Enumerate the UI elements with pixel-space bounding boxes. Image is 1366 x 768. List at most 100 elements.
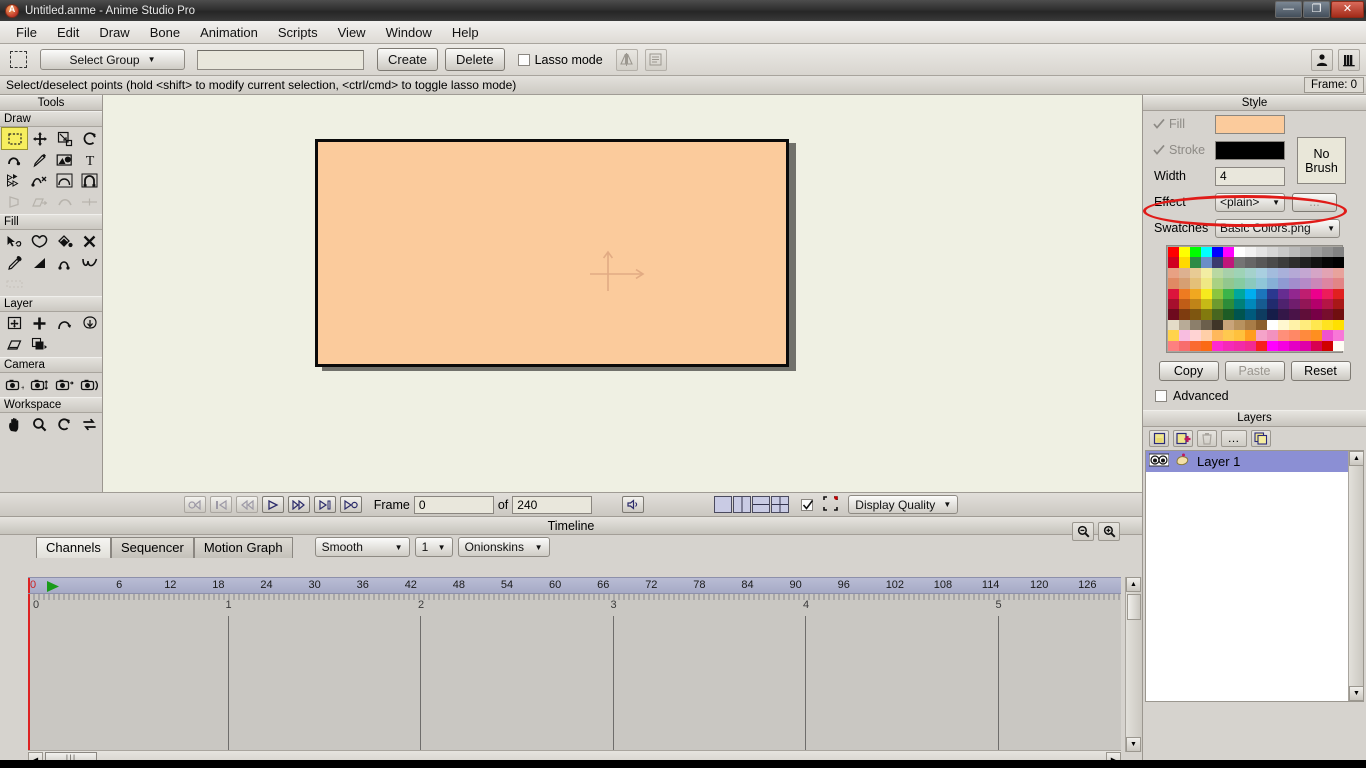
- color-swatch[interactable]: [1190, 257, 1201, 268]
- color-swatch[interactable]: [1212, 247, 1223, 258]
- rotate-workspace-icon[interactable]: [52, 414, 77, 435]
- color-swatch[interactable]: [1322, 319, 1333, 331]
- color-swatch[interactable]: [1267, 340, 1278, 351]
- color-swatch[interactable]: [1256, 340, 1267, 351]
- color-swatch[interactable]: [1212, 267, 1223, 279]
- color-swatch[interactable]: [1201, 278, 1212, 289]
- color-swatch[interactable]: [1212, 288, 1223, 299]
- color-swatch[interactable]: [1245, 278, 1256, 289]
- color-swatch[interactable]: [1289, 257, 1300, 268]
- color-swatch[interactable]: [1223, 319, 1234, 331]
- color-swatch[interactable]: [1322, 257, 1333, 268]
- menu-bone[interactable]: Bone: [140, 23, 190, 42]
- menu-help[interactable]: Help: [442, 23, 489, 42]
- color-swatch[interactable]: [1190, 267, 1201, 279]
- color-swatch[interactable]: [1311, 298, 1322, 310]
- color-swatch[interactable]: [1311, 319, 1322, 331]
- curve-profile-icon[interactable]: [52, 191, 77, 212]
- color-swatch[interactable]: [1311, 288, 1322, 299]
- reset-button[interactable]: Reset: [1290, 360, 1351, 381]
- color-swatch[interactable]: [1267, 319, 1278, 331]
- color-swatch[interactable]: [1212, 319, 1223, 331]
- transform-points-icon[interactable]: [27, 128, 52, 149]
- canvas-viewport[interactable]: [103, 95, 1142, 492]
- onionskins-dropdown[interactable]: Onionskins ▼: [457, 537, 550, 557]
- vscroll-thumb[interactable]: [1127, 594, 1141, 620]
- scroll-up-icon[interactable]: ▲: [1349, 450, 1364, 466]
- menu-file[interactable]: File: [6, 23, 47, 42]
- color-swatch[interactable]: [1256, 267, 1267, 279]
- timeline-vertical-scrollbar[interactable]: ▲ ▼: [1125, 577, 1142, 752]
- color-swatch[interactable]: [1278, 330, 1289, 341]
- text-icon[interactable]: T: [77, 149, 102, 170]
- color-swatch[interactable]: [1212, 340, 1223, 351]
- color-swatch[interactable]: [1179, 298, 1190, 310]
- color-swatch[interactable]: [1201, 247, 1212, 258]
- play-icon[interactable]: [261, 496, 284, 513]
- color-swatch[interactable]: [1234, 298, 1245, 310]
- color-swatch[interactable]: [1234, 278, 1245, 289]
- color-swatch-palette[interactable]: [1166, 245, 1344, 353]
- color-swatch[interactable]: [1300, 247, 1311, 258]
- roll-camera-icon[interactable]: [52, 374, 77, 395]
- display-quality-dropdown[interactable]: Display Quality ▼: [848, 495, 959, 514]
- scroll-down-icon[interactable]: ▼: [1126, 737, 1141, 752]
- color-swatch[interactable]: [1234, 247, 1245, 258]
- scale-layer-icon[interactable]: [27, 313, 52, 334]
- color-swatch[interactable]: [1179, 247, 1190, 258]
- color-swatch[interactable]: [1300, 340, 1311, 351]
- interpolation-dropdown[interactable]: Smooth ▼: [314, 537, 410, 557]
- character-icon[interactable]: [1311, 48, 1333, 71]
- color-swatch[interactable]: [1256, 298, 1267, 310]
- color-swatch[interactable]: [1190, 247, 1201, 258]
- stroke-color-swatch[interactable]: [1215, 140, 1285, 160]
- color-swatch[interactable]: [1201, 288, 1212, 299]
- rotate-layer-z-icon[interactable]: [52, 313, 77, 334]
- color-swatch[interactable]: [1256, 309, 1267, 320]
- color-swatch[interactable]: [1322, 288, 1333, 299]
- timeline-ruler[interactable]: 0 6 12 18 24 30 36 42 48 54 60 66 72 78 84 90 96 102 108 11…: [28, 577, 1121, 594]
- color-swatch[interactable]: [1201, 298, 1212, 310]
- color-swatch[interactable]: [1179, 309, 1190, 320]
- color-swatch[interactable]: [1322, 340, 1333, 351]
- zoom-in-icon[interactable]: [1098, 522, 1120, 541]
- color-swatch[interactable]: [1256, 278, 1267, 289]
- color-swatch[interactable]: [1223, 330, 1234, 341]
- group-name-input[interactable]: [197, 49, 364, 70]
- color-swatch[interactable]: [1245, 319, 1256, 331]
- color-swatch[interactable]: [1267, 330, 1278, 341]
- maximize-button[interactable]: ❐: [1303, 1, 1330, 18]
- width-icon[interactable]: [77, 191, 102, 212]
- color-swatch[interactable]: [1212, 257, 1223, 268]
- pan-tilt-camera-icon[interactable]: [77, 374, 102, 395]
- color-swatch[interactable]: [1234, 257, 1245, 268]
- scroll-down-icon[interactable]: ▼: [1349, 685, 1364, 701]
- color-swatch[interactable]: [1190, 319, 1201, 331]
- color-swatch[interactable]: [1289, 298, 1300, 310]
- stroke-exposure-icon[interactable]: [77, 252, 102, 273]
- color-swatch[interactable]: [1245, 247, 1256, 258]
- color-swatch[interactable]: [1278, 247, 1289, 258]
- properties-icon[interactable]: [644, 48, 667, 71]
- color-swatch[interactable]: [1289, 330, 1300, 341]
- color-swatch[interactable]: [1311, 278, 1322, 289]
- color-swatch[interactable]: [1168, 267, 1179, 279]
- color-swatch[interactable]: [1223, 267, 1234, 279]
- two-row-view-icon[interactable]: [752, 496, 771, 513]
- add-point-icon[interactable]: [27, 149, 52, 170]
- layer-row[interactable]: Layer 1 ▼: [1146, 450, 1363, 472]
- shear-icon[interactable]: [77, 170, 102, 191]
- library-icon[interactable]: [1338, 48, 1360, 71]
- color-swatch[interactable]: [1234, 319, 1245, 331]
- color-swatch[interactable]: [1311, 257, 1322, 268]
- color-swatch[interactable]: [1245, 330, 1256, 341]
- color-swatch[interactable]: [1179, 288, 1190, 299]
- fill-color-swatch[interactable]: [1215, 114, 1285, 134]
- bind-points-icon[interactable]: [27, 170, 52, 191]
- color-swatch[interactable]: [1300, 309, 1311, 320]
- pan-hand-icon[interactable]: [2, 414, 27, 435]
- color-swatch[interactable]: [1168, 309, 1179, 320]
- color-swatch[interactable]: [1212, 309, 1223, 320]
- follow-path-icon[interactable]: [27, 334, 52, 355]
- color-swatch[interactable]: [1300, 288, 1311, 299]
